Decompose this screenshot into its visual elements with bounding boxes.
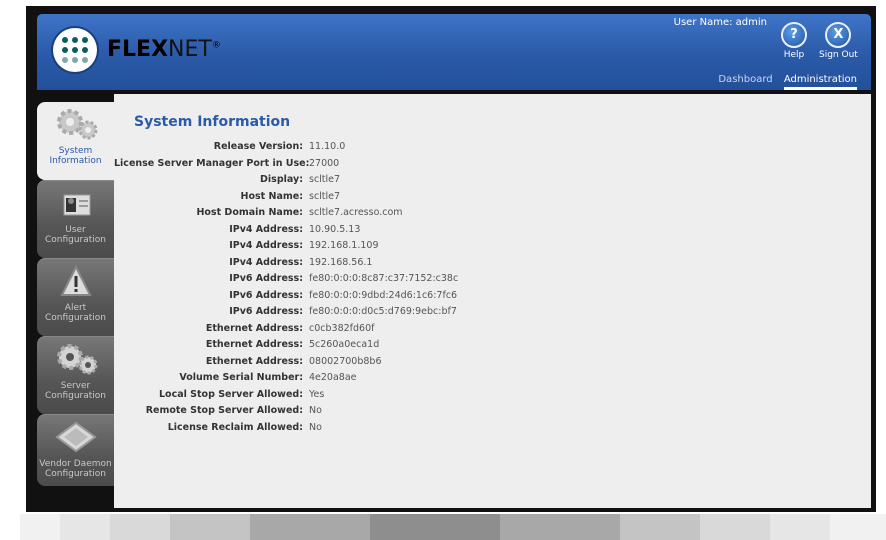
help-button[interactable]: ? Help	[781, 22, 807, 60]
info-key: Display:	[260, 174, 303, 185]
info-key: License Reclaim Allowed:	[167, 421, 303, 433]
info-value: No	[309, 405, 322, 416]
info-value: 10.90.5.13	[309, 223, 361, 235]
tab-administration[interactable]: Administration	[783, 74, 857, 90]
info-value: 192.168.1.109	[309, 240, 379, 251]
gears-icon	[37, 337, 114, 381]
info-value: scltle7	[309, 190, 341, 202]
sidebar-item-alert-configuration[interactable]: Alert Configuration	[37, 258, 114, 336]
sidebar: System Information User Configuration Al…	[37, 102, 114, 486]
info-value: No	[309, 421, 322, 433]
info-key: Ethernet Address:	[205, 322, 303, 334]
info-value: 27000	[309, 157, 340, 169]
info-key: Ethernet Address:	[205, 339, 303, 350]
info-key: IPv6 Address:	[229, 273, 303, 284]
app-header: FLEXNET® User Name: admin ? Help X Sign …	[37, 14, 871, 90]
info-value: scltle7	[309, 174, 341, 185]
sign-out-button[interactable]: X Sign Out	[819, 22, 858, 60]
info-key: IPv6 Address:	[229, 289, 303, 301]
info-key: IPv4 Address:	[229, 256, 303, 268]
info-value: 192.168.56.1	[309, 256, 373, 268]
info-value: 08002700b8b6	[309, 355, 382, 367]
info-value: scltle7.acresso.com	[309, 207, 403, 218]
help-label: Help	[783, 50, 805, 60]
info-value: Yes	[309, 388, 325, 400]
sidebar-item-label: Alert Configuration	[44, 303, 107, 323]
user-badge-icon	[37, 181, 114, 225]
license-card-icon	[37, 415, 114, 459]
info-value: 5c260a0eca1d	[309, 339, 380, 350]
info-value: fe80:0:0:0:d0c5:d769:9ebc:bf7	[309, 306, 457, 317]
sidebar-item-vendor-daemon-configuration[interactable]: Vendor Daemon Configuration	[37, 414, 114, 486]
sidebar-item-system-information[interactable]: System Information	[37, 102, 114, 180]
gears-icon	[37, 102, 114, 146]
info-key: Release Version:	[213, 141, 303, 152]
info-key: Host Domain Name:	[196, 207, 303, 218]
info-key: License Server Manager Port in Use:	[114, 157, 310, 169]
sign-out-label: Sign Out	[819, 50, 858, 60]
info-value: 4e20a8ae	[309, 372, 357, 383]
info-key: Host Name:	[240, 190, 303, 202]
sidebar-item-label: User Configuration	[44, 225, 107, 245]
info-key: Ethernet Address:	[205, 355, 303, 367]
help-icon: ?	[781, 22, 807, 48]
sidebar-item-server-configuration[interactable]: Server Configuration	[37, 336, 114, 414]
sidebar-item-user-configuration[interactable]: User Configuration	[37, 180, 114, 258]
sidebar-item-label: Server Configuration	[44, 381, 107, 401]
info-key: IPv4 Address:	[229, 223, 303, 235]
sidebar-item-label: System Information	[49, 146, 102, 166]
info-key: Remote Stop Server Allowed:	[145, 405, 303, 416]
info-key: Local Stop Server Allowed:	[158, 388, 303, 400]
tab-dashboard[interactable]: Dashboard	[718, 74, 772, 85]
top-tabs: Dashboard Administration	[710, 74, 857, 90]
info-value: fe80:0:0:0:9dbd:24d6:1c6:7fc6	[309, 289, 458, 301]
sidebar-item-label: Vendor Daemon Configuration	[39, 459, 112, 479]
info-key: IPv4 Address:	[229, 240, 303, 251]
page-title: System Information	[134, 114, 291, 130]
info-key: Volume Serial Number:	[179, 372, 303, 383]
info-key: IPv6 Address:	[229, 306, 303, 317]
brand-wordmark: FLEXNET®	[107, 37, 221, 62]
flexnet-logo-icon	[53, 28, 97, 72]
scroll-strip	[20, 514, 886, 540]
info-value: fe80:0:0:0:8c87:c37:7152:c38c	[309, 273, 459, 284]
user-name-label: User Name: admin	[673, 17, 767, 28]
close-icon: X	[825, 22, 852, 48]
info-value: 11.10.0	[309, 141, 346, 152]
info-value: c0cb382fd60f	[309, 322, 375, 334]
main-content	[114, 94, 871, 508]
warning-icon	[37, 259, 114, 303]
